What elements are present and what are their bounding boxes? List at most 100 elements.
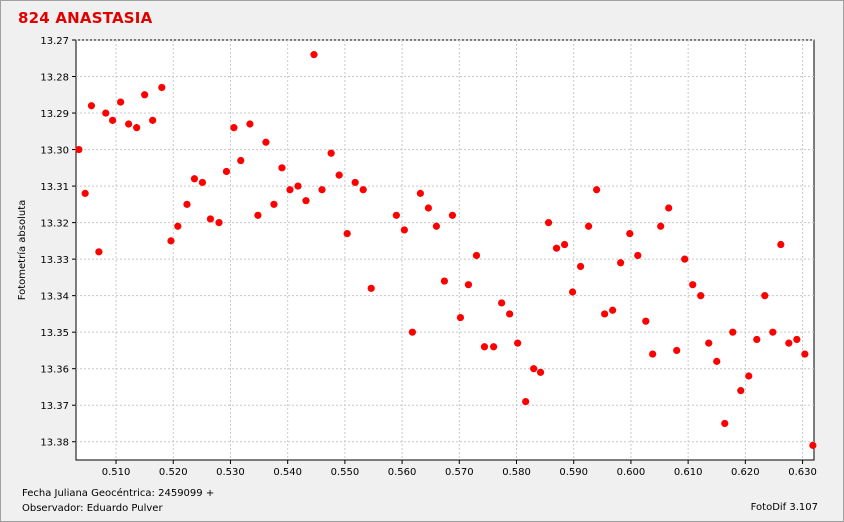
data-point: [801, 350, 809, 358]
x-tick-label: 0.600: [617, 467, 646, 478]
data-point: [158, 83, 166, 92]
x-tick-label: 0.540: [273, 467, 302, 478]
data-point: [215, 219, 223, 227]
data-point: [705, 339, 713, 347]
data-point: [681, 255, 689, 263]
data-point: [102, 109, 110, 117]
data-point: [174, 222, 182, 230]
data-point: [498, 299, 506, 307]
data-point: [713, 357, 721, 365]
data-point: [262, 138, 270, 146]
data-point: [440, 277, 449, 285]
data-point: [649, 350, 657, 358]
x-axis-title: Fecha Juliana Geocéntrica: 2459099 +: [22, 488, 215, 499]
data-point: [657, 222, 665, 230]
data-point: [408, 328, 416, 336]
data-point: [689, 281, 697, 289]
y-tick-label: 13.28: [40, 73, 69, 84]
data-point: [634, 251, 642, 260]
data-point: [125, 120, 133, 128]
data-point: [81, 189, 89, 197]
x-tick-label: 0.580: [502, 467, 531, 478]
data-point: [149, 116, 157, 124]
y-tick-label: 13.33: [40, 255, 69, 266]
data-point: [626, 229, 634, 238]
data-point: [335, 171, 343, 179]
data-point: [777, 240, 785, 249]
data-point: [343, 229, 351, 238]
data-point: [278, 164, 286, 172]
data-point: [721, 419, 729, 428]
data-point: [87, 102, 96, 110]
data-point: [506, 310, 514, 318]
data-point: [769, 328, 777, 336]
plot-area: [75, 39, 815, 461]
data-point: [448, 211, 457, 219]
data-point: [141, 91, 149, 99]
data-point: [95, 248, 103, 256]
data-point: [697, 292, 705, 300]
y-tick-label: 13.32: [40, 219, 69, 230]
data-point: [609, 306, 617, 314]
x-tick-label: 0.530: [216, 467, 245, 478]
data-point: [367, 284, 375, 292]
x-tick-label: 0.570: [445, 467, 474, 478]
data-point: [359, 186, 367, 194]
data-point: [133, 124, 141, 132]
data-point: [729, 328, 737, 336]
data-point: [75, 145, 83, 154]
y-axis-title: Fotometría absoluta: [16, 200, 28, 301]
y-tick-label: 13.37: [40, 401, 69, 412]
data-point: [514, 339, 522, 347]
data-point: [392, 211, 400, 219]
data-point: [753, 335, 761, 344]
data-point: [246, 120, 254, 128]
data-point: [286, 186, 294, 194]
y-tick-label: 13.29: [40, 109, 69, 120]
x-tick-label: 0.550: [331, 467, 360, 478]
data-point: [456, 313, 465, 322]
data-point: [167, 237, 175, 245]
data-point: [665, 204, 673, 212]
x-tick-label: 0.520: [159, 467, 188, 478]
data-point: [472, 251, 481, 260]
y-tick-label: 13.27: [40, 36, 69, 47]
x-tick-label: 0.630: [788, 467, 817, 478]
data-point: [109, 116, 117, 124]
data-point: [464, 281, 473, 289]
data-point: [222, 167, 231, 176]
data-point: [254, 211, 262, 219]
data-point: [673, 346, 681, 355]
x-tick-label: 0.510: [102, 467, 131, 478]
x-tick-label: 0.590: [559, 467, 588, 478]
data-point: [593, 186, 601, 194]
y-tick-label: 13.35: [40, 328, 69, 339]
data-point: [576, 262, 585, 271]
x-tick-label: 0.610: [674, 467, 703, 478]
data-point: [617, 259, 625, 267]
y-tick-label: 13.38: [40, 438, 69, 449]
data-point: [490, 343, 498, 351]
data-point: [416, 189, 424, 197]
data-point: [642, 317, 650, 325]
data-point: [568, 288, 577, 296]
observer-label: Observador: Eduardo Pulver: [22, 503, 163, 514]
data-point: [327, 149, 335, 157]
data-point: [117, 98, 125, 106]
x-tick-label: 0.560: [388, 467, 417, 478]
data-point: [183, 200, 191, 208]
data-point: [237, 156, 245, 165]
data-point: [400, 226, 408, 234]
data-point: [584, 222, 593, 230]
data-point: [761, 292, 769, 300]
data-point: [793, 335, 801, 344]
data-point: [230, 124, 238, 132]
data-point: [560, 240, 569, 249]
y-axis-ticks: 13.27 13.28 13.29 13.30 13.31 13.32 13.33 13.34…: [40, 36, 76, 449]
data-point: [302, 197, 310, 205]
data-point: [745, 372, 753, 380]
y-tick-label: 13.34: [40, 292, 69, 303]
data-point: [785, 339, 793, 347]
data-point: [432, 222, 441, 230]
y-tick-label: 13.31: [40, 182, 69, 193]
